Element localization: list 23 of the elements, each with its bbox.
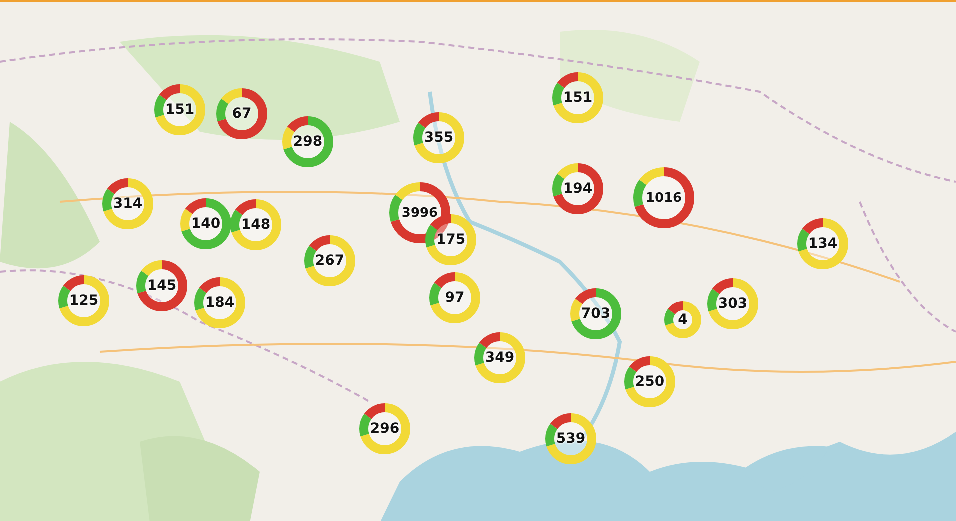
cluster-marker[interactable]: 4 [664,301,702,339]
cluster-marker[interactable]: 140 [180,198,232,250]
cluster-marker[interactable]: 97 [429,272,481,324]
cluster-marker[interactable]: 134 [797,218,849,270]
cluster-marker[interactable]: 125 [58,275,110,327]
cluster-marker[interactable]: 539 [545,413,597,465]
cluster-marker[interactable]: 314 [102,178,154,230]
cluster-marker[interactable]: 184 [194,277,246,329]
cluster-marker[interactable]: 703 [570,288,622,340]
cluster-marker[interactable]: 298 [282,116,334,168]
cluster-marker[interactable]: 151 [552,72,604,124]
cluster-marker[interactable]: 151 [154,84,206,136]
cluster-marker[interactable]: 145 [136,260,188,312]
cluster-marker[interactable]: 148 [230,199,282,251]
cluster-marker[interactable]: 250 [624,356,676,408]
cluster-marker[interactable]: 349 [474,332,526,384]
cluster-marker[interactable]: 355 [413,112,465,164]
cluster-marker[interactable]: 303 [707,278,759,330]
cluster-marker[interactable]: 194 [552,163,604,215]
cluster-marker[interactable]: 267 [304,235,356,287]
cluster-marker[interactable]: 67 [216,88,268,140]
cluster-marker[interactable]: 1016 [633,167,695,229]
cluster-marker[interactable]: 296 [359,403,411,455]
